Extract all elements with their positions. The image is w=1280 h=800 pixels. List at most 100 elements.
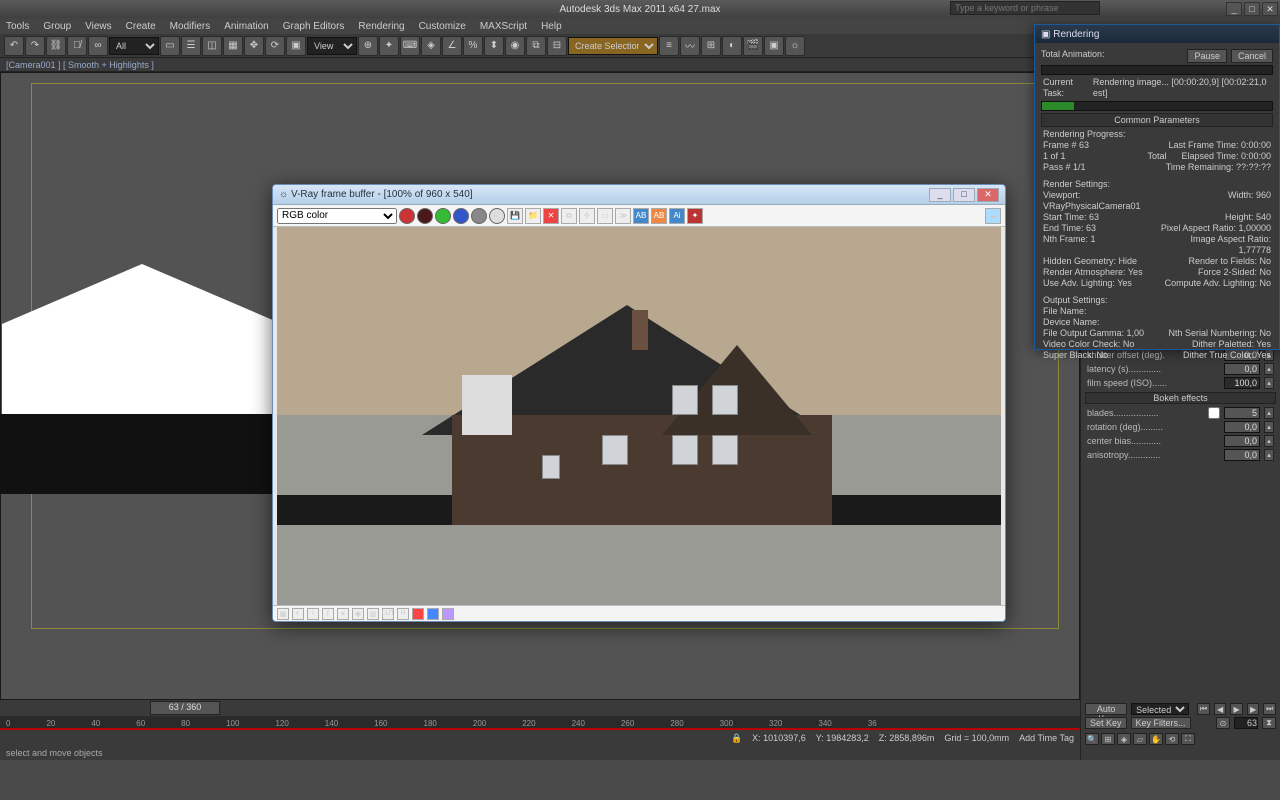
render-setup-icon[interactable]: 🎬 — [743, 36, 763, 56]
scale-icon[interactable]: ▣ — [286, 36, 306, 56]
current-frame-input[interactable] — [1234, 717, 1258, 729]
vfb-h-icon[interactable]: H — [397, 608, 409, 620]
menu-help[interactable]: Help — [541, 21, 562, 32]
vfb-i-icon[interactable]: i — [307, 608, 319, 620]
vfb-pixel-info-icon[interactable]: ◐ — [292, 608, 304, 620]
vfb-histogram-icon[interactable]: ▥ — [367, 608, 379, 620]
vfb-save-icon[interactable]: 💾 — [507, 208, 523, 224]
menu-rendering[interactable]: Rendering — [358, 21, 404, 32]
center-bias-input[interactable] — [1224, 435, 1260, 447]
link-icon[interactable]: ⛓ — [46, 36, 66, 56]
goto-end-icon[interactable]: ⏭ — [1263, 703, 1276, 715]
vfb-curve-icon[interactable]: ∫ — [322, 608, 334, 620]
minimize-button[interactable]: _ — [1226, 2, 1242, 16]
move-icon[interactable]: ✥ — [244, 36, 264, 56]
align-icon[interactable]: ⊟ — [547, 36, 567, 56]
vfb-red-icon[interactable] — [412, 608, 424, 620]
spinner-icon[interactable]: ▴ — [1264, 449, 1274, 461]
vfb-lut-icon[interactable]: LUT — [382, 608, 394, 620]
time-slider-knob[interactable]: 63 / 360 — [150, 701, 220, 715]
cancel-button[interactable]: Cancel — [1231, 49, 1273, 63]
window-crossing-icon[interactable]: ▦ — [223, 36, 243, 56]
mirror-icon[interactable]: ⧉ — [526, 36, 546, 56]
snap-icon[interactable]: ◈ — [421, 36, 441, 56]
blades-input[interactable] — [1224, 407, 1260, 419]
rendered-frame-icon[interactable]: ▣ — [764, 36, 784, 56]
zoom-all-icon[interactable]: ⊞ — [1101, 733, 1115, 745]
add-time-tag[interactable]: Add Time Tag — [1019, 733, 1074, 743]
vfb-vray-icon[interactable]: ☁ — [985, 208, 1001, 224]
blades-check[interactable] — [1208, 407, 1220, 419]
zoom-icon[interactable]: 🔍 — [1085, 733, 1099, 745]
layer-icon[interactable]: ≡ — [659, 36, 679, 56]
vfb-track-mouse-icon[interactable]: ✛ — [579, 208, 595, 224]
anisotropy-input[interactable] — [1224, 449, 1260, 461]
fov-icon[interactable]: ▱ — [1133, 733, 1147, 745]
kbd-icon[interactable]: ⌨ — [400, 36, 420, 56]
vfb-region-icon[interactable]: ▭ — [597, 208, 613, 224]
vfb-icc-icon[interactable]: Ai — [669, 208, 685, 224]
rotation-input[interactable] — [1224, 421, 1260, 433]
angle-snap-icon[interactable]: ∠ — [442, 36, 462, 56]
vfb-load-icon[interactable]: 📁 — [525, 208, 541, 224]
key-target-select[interactable]: Selected — [1131, 703, 1189, 715]
vfb-blue-channel-icon[interactable] — [453, 208, 469, 224]
autokey-button[interactable]: Auto Key — [1085, 703, 1127, 715]
menu-modifiers[interactable]: Modifiers — [170, 21, 211, 32]
menu-maxscript[interactable]: MAXScript — [480, 21, 527, 32]
iso-input[interactable] — [1224, 377, 1260, 389]
menu-group[interactable]: Group — [43, 21, 71, 32]
key-mode-icon[interactable]: ⊙ — [1216, 717, 1230, 729]
pivot-icon[interactable]: ⊕ — [358, 36, 378, 56]
vfb-mono-icon[interactable] — [489, 208, 505, 224]
menu-views[interactable]: Views — [85, 21, 112, 32]
prev-frame-icon[interactable]: ◀ — [1214, 703, 1227, 715]
setkey-button[interactable]: Set Key — [1085, 717, 1127, 729]
time-slider[interactable]: 63 / 360 — [0, 700, 1080, 716]
rendering-dialog-title[interactable]: ▣ Rendering — [1035, 25, 1279, 43]
keyfilters-button[interactable]: Key Filters... — [1131, 717, 1191, 729]
vfb-alpha-channel-icon[interactable] — [471, 208, 487, 224]
select-name-icon[interactable]: ☰ — [181, 36, 201, 56]
time-config-icon[interactable]: ⧗ — [1262, 717, 1276, 729]
manip-icon[interactable]: ✦ — [379, 36, 399, 56]
vfb-red-channel-icon[interactable] — [399, 208, 415, 224]
orbit-icon[interactable]: ⟲ — [1165, 733, 1179, 745]
spinner-icon[interactable]: ▴ — [1264, 435, 1274, 447]
vfb-levels-icon[interactable]: ◉ — [352, 608, 364, 620]
common-params-header[interactable]: Common Parameters — [1041, 113, 1273, 127]
select-region-icon[interactable]: ◫ — [202, 36, 222, 56]
next-frame-icon[interactable]: ▶ — [1247, 703, 1260, 715]
redo-icon[interactable]: ↷ — [25, 36, 45, 56]
vfb-clone-icon[interactable]: ⧉ — [561, 208, 577, 224]
ref-coord-system[interactable]: View — [307, 37, 357, 55]
vfb-link-pdplayer-icon[interactable]: ≫ — [615, 208, 631, 224]
vfb-render-view[interactable] — [277, 227, 1001, 605]
maximize-viewport-icon[interactable]: ⛶ — [1181, 733, 1195, 745]
vfb-lut-icon[interactable]: AB — [651, 208, 667, 224]
close-button[interactable]: ✕ — [1262, 2, 1278, 16]
vfb-srgb-icon[interactable]: AB — [633, 208, 649, 224]
vfb-stamp-icon[interactable]: ✦ — [687, 208, 703, 224]
menu-create[interactable]: Create — [126, 21, 156, 32]
material-icon[interactable]: ◐ — [722, 36, 742, 56]
schematic-icon[interactable]: ⊞ — [701, 36, 721, 56]
curve-editor-icon[interactable]: 〰 — [680, 36, 700, 56]
render-icon[interactable]: ☼ — [785, 36, 805, 56]
maximize-button[interactable]: □ — [1244, 2, 1260, 16]
spinner-icon[interactable]: ▴ — [1264, 407, 1274, 419]
pause-button[interactable]: Pause — [1187, 49, 1227, 63]
spinner-icon[interactable]: ▴ — [1264, 377, 1274, 389]
named-selection-set[interactable]: Create Selection Se — [568, 37, 658, 55]
rotate-icon[interactable]: ⟳ — [265, 36, 285, 56]
menu-animation[interactable]: Animation — [224, 21, 268, 32]
goto-start-icon[interactable]: ⏮ — [1197, 703, 1210, 715]
vfb-blue-icon[interactable] — [427, 608, 439, 620]
vfb-minimize-button[interactable]: _ — [929, 188, 951, 202]
vfb-clear-icon[interactable]: ✕ — [543, 208, 559, 224]
vfb-history-icon[interactable]: ▦ — [277, 608, 289, 620]
zoom-extents-icon[interactable]: ◈ — [1117, 733, 1131, 745]
vfb-purple-icon[interactable] — [442, 608, 454, 620]
pan-icon[interactable]: ✋ — [1149, 733, 1163, 745]
percent-snap-icon[interactable]: % — [463, 36, 483, 56]
